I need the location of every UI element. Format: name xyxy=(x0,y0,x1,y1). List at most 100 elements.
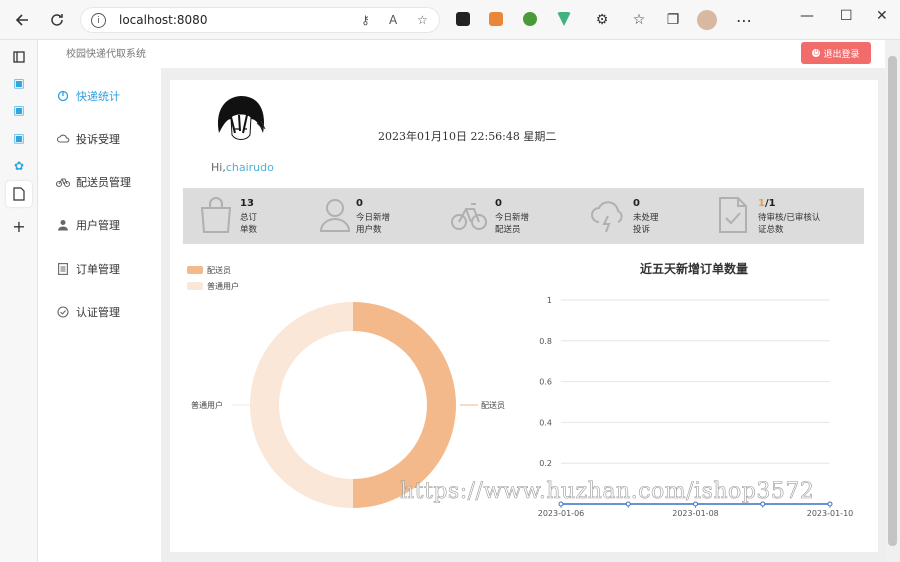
stat-label: 投诉 xyxy=(633,225,651,235)
legend-item[interactable]: 普通用户 xyxy=(187,278,239,294)
stats-bar: 13 总订 单数 0 今日新增 用户数 0 今日新增 配送员 0 未处理 投诉 1/1 … xyxy=(183,188,864,244)
bag-icon xyxy=(199,196,233,234)
stat-value: 0 xyxy=(495,198,502,209)
x-tick-label: 2023-01-08 xyxy=(672,509,719,518)
x-tick-label: 2023-01-06 xyxy=(538,509,585,518)
total-count: /1 xyxy=(764,198,776,209)
pie-slice[interactable] xyxy=(250,302,353,508)
favorite-add-icon[interactable]: ☆ xyxy=(417,13,428,27)
address-bar[interactable]: i localhost:8080 ⚷ A ☆ xyxy=(80,7,440,33)
legend-label: 配送员 xyxy=(207,265,231,275)
maximize-icon[interactable]: ☐ xyxy=(840,8,853,24)
user-greeting: Hi,chairudo xyxy=(211,161,274,174)
menu-item-certification[interactable]: 认证管理 xyxy=(56,302,120,322)
add-icon[interactable]: + xyxy=(11,217,27,236)
profile-avatar[interactable] xyxy=(697,10,717,30)
username: chairudo xyxy=(225,161,274,174)
extension-icon[interactable] xyxy=(489,12,503,26)
x-tick-label: 2023-01-10 xyxy=(807,509,853,518)
tabs-icon[interactable] xyxy=(11,49,27,65)
bilibili-icon[interactable]: ▣ xyxy=(11,75,27,91)
y-tick-label: 0.2 xyxy=(539,459,552,468)
y-tick-label: 0.8 xyxy=(539,337,552,346)
user-icon xyxy=(56,218,70,232)
game-icon[interactable]: ✿ xyxy=(11,158,27,174)
line-chart-title: 近五天新增订单数量 xyxy=(639,262,748,276)
extension-icon[interactable] xyxy=(523,12,537,26)
stat-label: 今日新增 xyxy=(356,213,391,223)
menu-item-users[interactable]: 用户管理 xyxy=(56,215,120,235)
read-aloud-icon[interactable]: A xyxy=(389,13,397,27)
side-menu: 快递统计 投诉受理 配送员管理 用户管理 订单管理 认证管理 xyxy=(38,68,161,562)
slice-label: 普通用户 xyxy=(191,400,223,410)
key-icon[interactable]: ⚷ xyxy=(361,13,370,27)
scrollbar[interactable] xyxy=(885,40,900,562)
collections-icon[interactable]: ❐ xyxy=(661,8,685,32)
legend-swatch xyxy=(187,266,203,274)
watermark-text: https://www.huzhan.com/ishop3572 xyxy=(400,479,815,505)
pending-count: 1 xyxy=(758,198,765,209)
site-info-icon[interactable]: i xyxy=(91,13,106,28)
stat-value: 13 xyxy=(240,198,254,209)
refresh-icon[interactable] xyxy=(45,8,69,32)
vue-devtools-icon[interactable] xyxy=(557,12,571,26)
chart-icon xyxy=(56,89,70,103)
doc-check-icon xyxy=(716,196,750,234)
stat-label: 用户数 xyxy=(356,225,382,235)
browser-toolbar: i localhost:8080 ⚷ A ☆ ⚙ ☆ ❐ ⋯ — ☐ ✕ xyxy=(0,0,900,40)
list-icon xyxy=(56,262,70,276)
menu-label: 订单管理 xyxy=(76,263,120,276)
legend-label: 普通用户 xyxy=(207,281,239,291)
extension-icon[interactable] xyxy=(456,12,470,26)
stat-label: 证总数 xyxy=(758,225,784,235)
close-icon[interactable]: ✕ xyxy=(876,8,888,24)
pie-legend: 配送员 普通用户 xyxy=(187,262,239,294)
stat-label: 今日新增 xyxy=(495,213,530,223)
legend-item[interactable]: 配送员 xyxy=(187,262,239,278)
more-icon[interactable]: ⋯ xyxy=(732,8,756,32)
menu-label: 认证管理 xyxy=(76,306,120,319)
bilibili-icon[interactable]: ▣ xyxy=(11,130,27,146)
menu-label: 用户管理 xyxy=(76,219,120,232)
menu-label: 投诉受理 xyxy=(76,133,120,146)
stat-label: 待审核/已审核认 xyxy=(758,213,821,223)
app-title: 校园快递代取系统 xyxy=(66,49,146,60)
active-tab-icon[interactable] xyxy=(6,181,32,207)
data-point[interactable] xyxy=(827,501,833,507)
menu-item-couriers[interactable]: 配送员管理 xyxy=(56,172,131,192)
storm-cloud-icon xyxy=(590,196,624,234)
scrollbar-thumb[interactable] xyxy=(888,56,897,546)
app-header: 校园快递代取系统 ⏻ 退出登录 xyxy=(38,40,885,68)
power-icon: ⏻ xyxy=(812,48,821,57)
menu-item-complaints[interactable]: 投诉受理 xyxy=(56,129,120,149)
favorites-icon[interactable]: ☆ xyxy=(627,8,651,32)
address-url[interactable]: localhost:8080 xyxy=(119,13,207,27)
user-outline-icon xyxy=(318,196,352,234)
bilibili-icon[interactable]: ▣ xyxy=(11,102,27,118)
y-tick-label: 0.4 xyxy=(539,418,552,427)
menu-item-stats[interactable]: 快递统计 xyxy=(56,86,120,106)
stat-value: 1/1 xyxy=(758,198,776,209)
bike-outline-icon xyxy=(451,196,487,234)
greeting-text: Hi, xyxy=(211,161,226,174)
stat-label: 总订 xyxy=(240,213,258,223)
logout-label: 退出登录 xyxy=(823,49,860,60)
cloud-icon xyxy=(56,132,70,146)
stat-label: 单数 xyxy=(240,225,258,235)
menu-label: 配送员管理 xyxy=(76,176,131,189)
logout-button[interactable]: ⏻ 退出登录 xyxy=(801,42,871,64)
y-tick-label: 0.6 xyxy=(539,378,552,387)
menu-label: 快递统计 xyxy=(76,90,120,103)
current-datetime: 2023年01月10日 22:56:48 星期二 xyxy=(378,130,557,143)
stat-label: 配送员 xyxy=(495,225,521,235)
check-circle-icon xyxy=(56,305,70,319)
stat-value: 0 xyxy=(633,198,640,209)
browser-sidebar: ▣ ▣ ▣ ✿ + xyxy=(0,40,38,562)
minimize-icon[interactable]: — xyxy=(800,8,814,24)
extensions-icon[interactable]: ⚙ xyxy=(590,8,614,32)
stat-value: 0 xyxy=(356,198,363,209)
menu-item-orders[interactable]: 订单管理 xyxy=(56,259,120,279)
slice-label: 配送员 xyxy=(481,400,505,410)
back-icon[interactable] xyxy=(10,8,34,32)
pie-slice[interactable] xyxy=(353,302,456,508)
